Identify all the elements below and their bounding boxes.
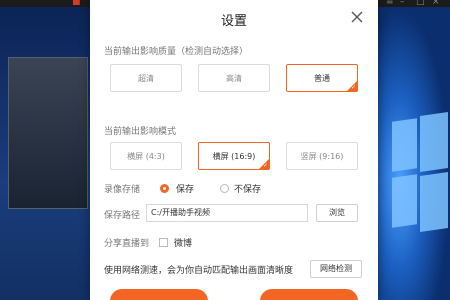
network-note: 使用网络测速，会为你自动匹配输出画面清晰度 [104,266,294,276]
save-path-input[interactable]: C:/开播助手视频 [146,204,308,222]
minimize-icon: – [400,0,405,7]
quality-option-ultra[interactable]: 超清 [110,64,182,92]
quality-option-normal[interactable]: 普通 ✓ [286,64,358,92]
quality-option-label: 高清 [226,74,242,83]
weibo-checkbox[interactable] [159,238,168,247]
quality-option-label: 超清 [138,74,154,83]
nosave-radio[interactable] [220,184,229,193]
save-radio-label: 保存 [176,185,195,195]
save-radio[interactable] [160,184,169,193]
recording-label: 录像存储 [104,185,141,195]
mode-option-label: 横屏 (4:3) [127,152,165,161]
close-button[interactable] [348,8,366,26]
mode-section-label: 当前输出影响模式 [104,127,177,137]
check-mark-icon: ✓ [350,84,356,91]
dialog-title: 设置 [220,14,247,29]
path-label: 保存路径 [104,211,141,221]
mode-option-16-9[interactable]: 横屏 (16:9) ✓ [198,142,270,170]
quality-section-label: 当前输出影响质量（检测自动选择） [104,47,249,57]
window-close-icon: × [432,0,440,7]
mode-option-label: 竖屏 (9:16) [300,152,344,161]
close-icon [351,11,363,23]
browse-button[interactable]: 浏览 [316,204,358,222]
preview-image [8,57,88,209]
app-logo-icon: ■ [72,0,81,7]
maximize-icon: □ [416,0,425,7]
weibo-label: 微博 [174,239,193,249]
quality-option-label: 普通 [314,74,330,83]
mode-option-4-3[interactable]: 横屏 (4:3) [110,142,182,170]
cancel-button[interactable] [260,289,358,300]
check-mark-icon: ✓ [262,162,268,169]
quality-option-high[interactable]: 高清 [198,64,270,92]
share-label: 分享直播到 [104,239,150,249]
menu-icon: ≡ [386,0,394,7]
network-test-button[interactable]: 网络检测 [310,260,362,278]
windows-logo-icon [392,112,448,232]
settings-dialog: 设置 当前输出影响质量（检测自动选择） 超清 高清 普通 ✓ 当前输出影响模式 … [90,0,378,300]
nosave-radio-label: 不保存 [234,185,262,195]
confirm-button[interactable] [110,289,208,300]
mode-option-label: 横屏 (16:9) [212,152,256,161]
background-preview-left [0,7,90,300]
mode-option-9-16[interactable]: 竖屏 (9:16) [286,142,358,170]
